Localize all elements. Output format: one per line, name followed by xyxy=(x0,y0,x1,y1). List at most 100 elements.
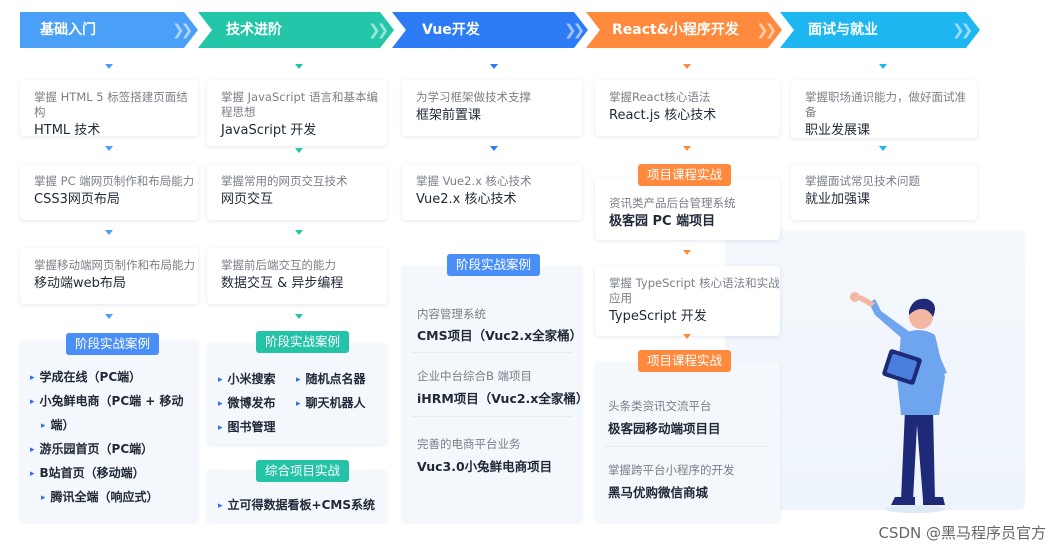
stage-header-basics[interactable]: 基础入门 ❯❯ xyxy=(20,12,198,48)
course-desc: 掌握 HTML 5 标签搭建页面结构 xyxy=(34,90,188,119)
person-with-tablet-illustration xyxy=(850,292,947,513)
connector-triangle xyxy=(295,64,303,69)
course-desc-cont: 应用 xyxy=(609,291,632,305)
connector-triangle xyxy=(295,230,303,235)
course-title: React.js 核心技术 xyxy=(609,108,717,123)
watermark: CSDN @黑马程序员官方 xyxy=(878,524,1046,542)
project-item[interactable]: 聊天机器人 xyxy=(296,391,366,417)
project-item[interactable]: 腾讯全端（响应式） xyxy=(41,485,159,511)
double-chevron-icon: ❯❯ xyxy=(756,21,777,39)
stage-label: 面试与就业 xyxy=(808,22,878,38)
connector-triangle xyxy=(105,146,113,151)
project-desc: 完善的电商平台业务 xyxy=(417,437,521,451)
integrated-project-tag: 综合项目实战 xyxy=(256,460,350,482)
course-card[interactable]: 掌握 JavaScript 语言和基本编 程思想 JavaScript 开发 xyxy=(207,80,387,146)
connector-triangle xyxy=(105,64,113,69)
project-item[interactable]: 立可得数据看板+CMS系统 xyxy=(218,493,375,519)
project-item[interactable]: 游乐园首页（PC端） xyxy=(30,437,154,463)
course-title: HTML 技术 xyxy=(34,123,101,138)
connector-triangle xyxy=(683,64,691,69)
course-card[interactable]: 掌握 PC 端网页制作和布局能力 CSS3网页布局 xyxy=(20,164,198,220)
project-title[interactable]: 黑马优购微信商城 xyxy=(608,482,708,501)
connector-triangle xyxy=(879,146,887,151)
course-title: 就业加强课 xyxy=(805,192,871,207)
project-title[interactable]: Vuc3.0小兔鲜电商项目 xyxy=(417,456,552,475)
project-item[interactable]: 图书管理 xyxy=(218,415,276,441)
project-title[interactable]: iHRM项目（Vuc2.x全家桶） xyxy=(417,388,588,407)
course-title: 网页交互 xyxy=(221,192,274,207)
stage-header-advanced[interactable]: 技术进阶 ❯❯ xyxy=(198,12,394,48)
project-course-tag: 项目课程实战 xyxy=(638,164,732,186)
course-card[interactable]: 掌握移动端网页制作和布局能力 移动端web布局 xyxy=(20,248,198,304)
connector-triangle xyxy=(105,230,113,235)
divider xyxy=(412,416,572,417)
double-chevron-icon: ❯❯ xyxy=(172,21,193,39)
connector-triangle xyxy=(105,314,113,319)
project-title[interactable]: 极客园移动端项目目 xyxy=(608,418,721,437)
course-desc-cont: 程思想 xyxy=(221,105,256,119)
divider xyxy=(604,446,770,447)
course-title: 框架前置课 xyxy=(416,108,482,123)
project-title: 极客园 PC 端项目 xyxy=(609,214,716,229)
course-desc: 掌握移动端网页制作和布局能力 xyxy=(34,258,195,272)
course-card[interactable]: 掌握 HTML 5 标签搭建页面结构 HTML 技术 xyxy=(20,80,198,138)
course-card[interactable]: 掌握面试常见技术问题 就业加强课 xyxy=(791,164,977,220)
stage-header-interview[interactable]: 面试与就业 ❯❯ xyxy=(780,12,980,48)
connector-triangle xyxy=(683,250,691,255)
connector-triangle xyxy=(295,148,303,153)
course-desc-cont: 备 xyxy=(805,105,817,119)
divider xyxy=(412,352,572,353)
double-chevron-icon: ❯❯ xyxy=(564,21,585,39)
course-desc: 掌握面试常见技术问题 xyxy=(805,174,920,188)
course-desc: 掌握 PC 端网页制作和布局能力 xyxy=(34,174,195,188)
connector-triangle xyxy=(879,64,887,69)
project-desc: 企业中台综合B 端项目 xyxy=(417,369,533,383)
project-desc: 内容管理系统 xyxy=(417,307,486,321)
project-desc: 掌握跨平台小程序的开发 xyxy=(608,463,735,477)
project-desc: 头条类资讯交流平台 xyxy=(608,399,712,413)
course-desc: 掌握 TypeScript 核心语法和实战 xyxy=(609,276,780,290)
project-item[interactable]: 小兔鲜电商（PC端 + 移动 xyxy=(30,389,184,415)
connector-triangle xyxy=(683,146,691,151)
course-title: 数据交互 & 异步编程 xyxy=(221,276,344,291)
course-title: 职业发展课 xyxy=(805,123,871,138)
project-item[interactable]: 微博发布 xyxy=(218,391,276,417)
course-card[interactable]: 掌握 Vue2.x 核心技术 Vue2.x 核心技术 xyxy=(402,164,582,220)
course-card[interactable]: 为学习框架做技术支撑 框架前置课 xyxy=(402,80,582,136)
course-title: Vue2.x 核心技术 xyxy=(416,192,517,207)
course-desc: 掌握职场通识能力，做好面试准 xyxy=(805,90,966,104)
project-item[interactable]: 随机点名器 xyxy=(296,367,366,393)
course-card[interactable]: 掌握前后端交互的能力 数据交互 & 异步编程 xyxy=(207,248,387,304)
connector-triangle xyxy=(295,314,303,319)
project-item[interactable]: B站首页（移动端） xyxy=(30,461,145,487)
course-desc: 掌握React核心语法 xyxy=(609,90,711,104)
course-desc: 掌握 Vue2.x 核心技术 xyxy=(416,174,532,188)
stage-header-react[interactable]: React&小程序开发 ❯❯ xyxy=(586,12,782,48)
course-card[interactable]: 掌握职场通识能力，做好面试准 备 职业发展课 xyxy=(791,80,977,138)
project-desc: 资讯类产品后台管理系统 xyxy=(609,196,736,210)
connector-triangle xyxy=(683,334,691,339)
course-desc: 为学习框架做技术支撑 xyxy=(416,90,531,104)
stage-label: React&小程序开发 xyxy=(612,22,739,38)
connector-triangle xyxy=(490,146,498,151)
course-card[interactable]: 掌握 TypeScript 核心语法和实战 应用 TypeScript 开发 xyxy=(595,266,780,336)
course-title: CSS3网页布局 xyxy=(34,192,120,207)
project-title[interactable]: CMS项目（Vuc2.x全家桶） xyxy=(417,325,582,344)
connector-triangle xyxy=(490,64,498,69)
course-card[interactable]: 掌握常用的网页交互技术 网页交互 xyxy=(207,164,387,220)
project-item[interactable]: 学成在线（PC端） xyxy=(30,365,142,391)
double-chevron-icon: ❯❯ xyxy=(368,21,389,39)
course-desc: 掌握常用的网页交互技术 xyxy=(221,174,348,188)
stage-label: 基础入门 xyxy=(40,22,96,38)
course-desc: 掌握前后端交互的能力 xyxy=(221,258,336,272)
project-item[interactable]: 小米搜索 xyxy=(218,367,276,393)
stage-header-vue[interactable]: Vue开发 ❯❯ xyxy=(392,12,588,48)
project-card[interactable]: 资讯类产品后台管理系统 极客园 PC 端项目 xyxy=(595,178,780,240)
project-item-cont: 端） xyxy=(41,413,75,439)
course-title: JavaScript 开发 xyxy=(221,123,317,138)
course-card[interactable]: 掌握React核心语法 React.js 核心技术 xyxy=(595,80,780,136)
stage-case-tag: 阶段实战案例 xyxy=(447,254,541,276)
course-desc: 掌握 JavaScript 语言和基本编 xyxy=(221,90,378,104)
project-course-tag: 项目课程实战 xyxy=(638,350,732,372)
stage-label: Vue开发 xyxy=(422,22,480,38)
